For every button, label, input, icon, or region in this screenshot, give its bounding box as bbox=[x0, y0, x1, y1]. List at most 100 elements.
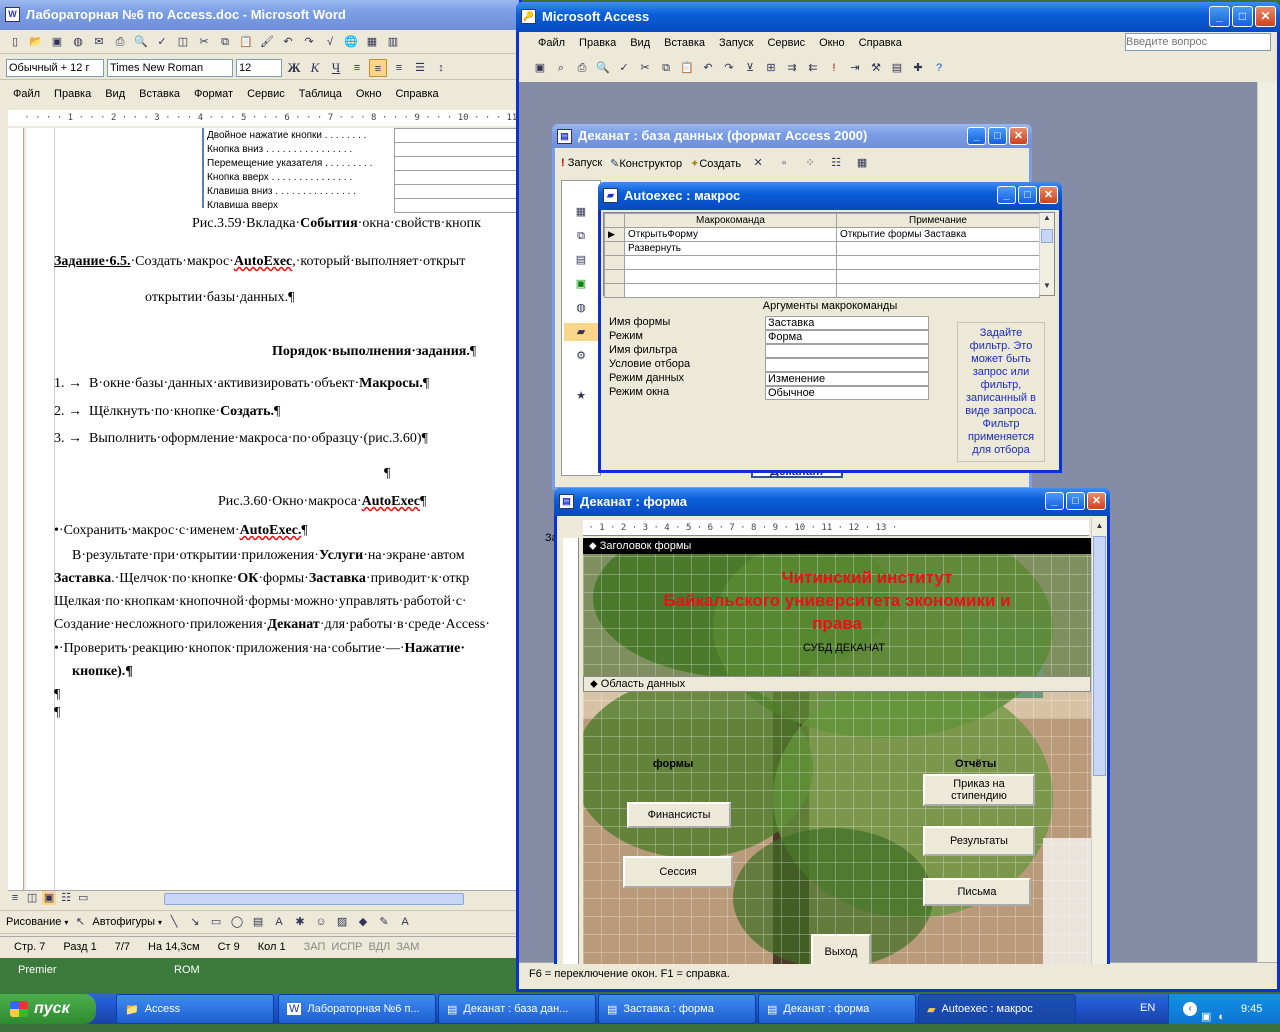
favorites-icon[interactable]: ★ bbox=[572, 387, 590, 405]
macros-icon[interactable]: ▰ bbox=[564, 323, 598, 341]
equation-icon[interactable]: √ bbox=[321, 33, 339, 51]
results-button[interactable]: Результаты bbox=[923, 826, 1035, 856]
session-button[interactable]: Сессия bbox=[623, 856, 733, 888]
maximize-button[interactable]: □ bbox=[988, 127, 1007, 145]
clock[interactable]: 9:45 bbox=[1241, 1003, 1262, 1015]
word-page[interactable]: Двойное нажатие кнопки . . . . . . . . К… bbox=[26, 128, 520, 890]
network-icon[interactable]: ▣ bbox=[1201, 1002, 1211, 1032]
minimize-button[interactable]: _ bbox=[1209, 6, 1230, 27]
step-icon[interactable]: ⇥ bbox=[846, 59, 864, 77]
undo-icon[interactable]: ↶ bbox=[699, 59, 717, 77]
language-indicator[interactable]: EN bbox=[1140, 1002, 1155, 1014]
minimize-button[interactable]: _ bbox=[997, 186, 1016, 204]
picture-icon[interactable]: ▨ bbox=[333, 913, 351, 931]
menu-help[interactable]: Справка bbox=[852, 37, 909, 49]
start-button[interactable]: пуск bbox=[0, 994, 96, 1024]
arrow-icon[interactable]: ↘ bbox=[186, 913, 204, 931]
financiers-button[interactable]: Финансисты bbox=[627, 802, 731, 828]
database-window-icon[interactable]: ▤ bbox=[888, 59, 906, 77]
delete-icon[interactable]: ✕ bbox=[749, 154, 767, 172]
maximize-button[interactable]: □ bbox=[1232, 6, 1253, 27]
run-button[interactable]: ! Запуск bbox=[561, 157, 602, 169]
italic-icon[interactable]: К bbox=[306, 59, 324, 77]
close-button[interactable]: ✕ bbox=[1039, 186, 1058, 204]
status-rec[interactable]: ЗАП bbox=[304, 941, 326, 953]
menu-view[interactable]: Вид bbox=[98, 88, 132, 100]
modules-icon[interactable]: ⚙ bbox=[572, 347, 590, 365]
small-icons-icon[interactable]: ⁘ bbox=[801, 154, 819, 172]
underline-icon[interactable]: Ч bbox=[327, 59, 345, 77]
pages-icon[interactable]: ◍ bbox=[572, 299, 590, 317]
forms-label[interactable]: формы bbox=[653, 758, 693, 770]
menu-edit[interactable]: Правка bbox=[572, 37, 623, 49]
word-titlebar[interactable]: W Лабораторная №6 по Access.doc - Micros… bbox=[0, 0, 519, 30]
email-icon[interactable]: ✉ bbox=[90, 33, 108, 51]
maximize-button[interactable]: □ bbox=[1018, 186, 1037, 204]
conditions-icon[interactable]: ⊻ bbox=[741, 59, 759, 77]
columns-icon[interactable]: ▥ bbox=[384, 33, 402, 51]
undo-icon[interactable]: ↶ bbox=[279, 33, 297, 51]
form-titlebar[interactable]: ▤ Деканат : форма _ □ ✕ bbox=[554, 488, 1110, 516]
menu-window[interactable]: Окно bbox=[349, 88, 389, 100]
build-icon[interactable]: ⚒ bbox=[867, 59, 885, 77]
details-icon[interactable]: ▦ bbox=[853, 154, 871, 172]
menu-file[interactable]: Файл bbox=[531, 37, 572, 49]
menu-file[interactable]: Файл bbox=[6, 88, 47, 100]
bold-icon[interactable]: Ж bbox=[285, 59, 303, 77]
stipend-order-button[interactable]: Приказ на стипендию bbox=[923, 774, 1035, 806]
reports-label[interactable]: Отчёты bbox=[955, 758, 996, 770]
design-button[interactable]: ✎Конструктор bbox=[610, 157, 682, 170]
form-detail-section[interactable]: ⬥ Область данных bbox=[583, 676, 1091, 692]
minimize-button[interactable]: _ bbox=[1045, 492, 1064, 510]
menu-insert[interactable]: Вставка bbox=[657, 37, 712, 49]
close-button[interactable]: ✕ bbox=[1009, 127, 1028, 145]
copy-icon[interactable]: ⧉ bbox=[216, 33, 234, 51]
new-object-icon[interactable]: ✚ bbox=[909, 59, 927, 77]
spelling-icon[interactable]: ✓ bbox=[615, 59, 633, 77]
taskbar-item[interactable]: 📁 Access bbox=[116, 994, 274, 1024]
insert-rows-icon[interactable]: ⇉ bbox=[783, 59, 801, 77]
diagram-icon[interactable]: ✱ bbox=[291, 913, 309, 931]
macro-action-cell[interactable]: Развернуть bbox=[624, 241, 837, 256]
delete-rows-icon[interactable]: ⇇ bbox=[804, 59, 822, 77]
select-objects-icon[interactable]: ↖ bbox=[71, 913, 89, 931]
clipart-icon[interactable]: ☺ bbox=[312, 913, 330, 931]
new-icon[interactable]: ▯ bbox=[6, 33, 24, 51]
form-v-ruler[interactable] bbox=[563, 538, 579, 964]
menu-table[interactable]: Таблица bbox=[292, 88, 349, 100]
form-h-ruler[interactable]: · 1 · 2 · 3 · 4 · 5 · 6 · 7 · 8 · 9 · 10… bbox=[583, 520, 1089, 536]
taskbar-item[interactable]: ▤ Деканат : база дан... bbox=[438, 994, 596, 1024]
macro-names-icon[interactable]: ⊞ bbox=[762, 59, 780, 77]
save-icon[interactable]: ▣ bbox=[531, 59, 549, 77]
line-color-icon[interactable]: ✎ bbox=[375, 913, 393, 931]
permission-icon[interactable]: ◍ bbox=[69, 33, 87, 51]
taskbar-item-active[interactable]: ▰ Autoexec : макрос bbox=[918, 994, 1076, 1024]
menu-insert[interactable]: Вставка bbox=[132, 88, 187, 100]
taskbar-item[interactable]: ▤ Заставка : форма bbox=[598, 994, 756, 1024]
help-icon[interactable]: ? bbox=[930, 59, 948, 77]
macro-vscroll[interactable]: ▲ ▼ bbox=[1039, 213, 1054, 295]
taskbar-item[interactable]: ▤ Деканат : форма bbox=[758, 994, 916, 1024]
align-right-icon[interactable]: ≡ bbox=[390, 59, 408, 77]
macro-note-cell[interactable]: Открытие формы Заставка bbox=[836, 227, 1040, 242]
preview-icon[interactable]: 🔍 bbox=[594, 59, 612, 77]
form-title-label[interactable]: Читинский институт Байкальского универси… bbox=[583, 566, 1091, 635]
form-vscroll[interactable]: ▲ bbox=[1091, 518, 1107, 964]
fill-color-icon[interactable]: ◆ bbox=[354, 913, 372, 931]
table-row[interactable] bbox=[604, 283, 1040, 298]
word-h-ruler[interactable]: · · · · 1 · · · 2 · · · 3 · · · 4 · · · … bbox=[8, 110, 518, 126]
table-row[interactable]: Развернуть bbox=[604, 241, 1040, 256]
save-icon[interactable]: ▣ bbox=[48, 33, 66, 51]
tables-icon[interactable]: ▦ bbox=[363, 33, 381, 51]
large-icons-icon[interactable]: ▫ bbox=[775, 154, 793, 172]
arg-value-filter[interactable] bbox=[765, 344, 929, 358]
redo-icon[interactable]: ↷ bbox=[720, 59, 738, 77]
textbox-icon[interactable]: ▤ bbox=[249, 913, 267, 931]
letters-button[interactable]: Письма bbox=[923, 878, 1031, 906]
font-select[interactable]: Times New Roman bbox=[107, 58, 233, 77]
status-ovr[interactable]: ЗАМ bbox=[396, 941, 419, 953]
form-header-section[interactable]: ⬥ Заголовок формы bbox=[583, 538, 1091, 554]
rectangle-icon[interactable]: ▭ bbox=[207, 913, 225, 931]
copy-icon[interactable]: ⧉ bbox=[657, 59, 675, 77]
arg-value-view[interactable]: Форма bbox=[765, 330, 929, 344]
